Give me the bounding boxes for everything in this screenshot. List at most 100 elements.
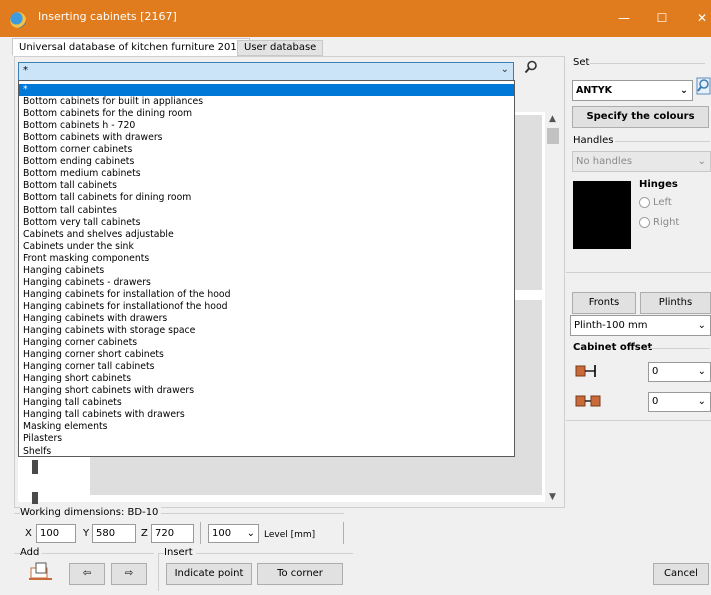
maximize-button[interactable]: ☐ (650, 7, 674, 29)
dropdown-option[interactable]: Hanging tall cabinets (19, 397, 514, 409)
offset-1-select[interactable]: 0 ⌄ (648, 362, 711, 382)
x-field[interactable]: 100 (36, 524, 76, 543)
dropdown-option[interactable]: Hanging tall cabinets with drawers (19, 409, 514, 421)
dropdown-option[interactable]: Front masking components (19, 253, 514, 265)
x-label: X (25, 528, 32, 539)
dropdown-option[interactable]: Cabinets under the sink (19, 241, 514, 253)
dropdown-option[interactable]: Bottom medium cabinets (19, 168, 514, 180)
divider (648, 348, 710, 349)
minimize-button[interactable]: — (612, 7, 636, 29)
dropdown-option[interactable]: Pilasters (19, 433, 514, 445)
chevron-down-icon[interactable]: ⌄ (698, 152, 706, 171)
scroll-down-icon[interactable]: ▼ (549, 492, 556, 502)
dropdown-option[interactable]: Hanging short cabinets (19, 373, 514, 385)
cabinet-thumb-shape (32, 492, 38, 504)
dropdown-option[interactable]: Hanging cabinets for installation of the… (19, 289, 514, 301)
hinges-label: Hinges (639, 179, 678, 190)
specify-colours-button[interactable]: Specify the colours (572, 106, 709, 128)
handles-select[interactable]: No handles ⌄ (572, 151, 711, 172)
chevron-down-icon[interactable]: ⌄ (698, 393, 706, 410)
dropdown-option[interactable]: Hanging short cabinets with drawers (19, 385, 514, 397)
dropdown-option[interactable]: Hanging cabinets for installationof the … (19, 301, 514, 313)
chevron-down-icon[interactable]: ⌄ (501, 64, 509, 75)
dropdown-option[interactable]: Bottom cabinets h - 720 (19, 120, 514, 132)
divider (158, 553, 159, 591)
plinths-button[interactable]: Plinths (640, 292, 711, 314)
hinge-left-radio[interactable] (639, 197, 650, 208)
divider (566, 420, 711, 421)
offset-left-icon (575, 364, 601, 378)
chevron-down-icon[interactable]: ⌄ (698, 363, 706, 380)
cabinet-thumbnail[interactable] (32, 460, 38, 504)
handles-label: Handles (573, 135, 617, 146)
search-icon[interactable] (524, 60, 538, 78)
chevron-down-icon[interactable]: ⌄ (247, 525, 255, 542)
next-button[interactable]: ⇨ (111, 563, 147, 585)
previous-button[interactable]: ⇦ (69, 563, 105, 585)
handles-select-value: No handles (576, 156, 633, 167)
cancel-button[interactable]: Cancel (653, 563, 709, 585)
category-combo-value: * (23, 65, 28, 76)
offset-right-icon (575, 394, 601, 408)
cabinet-thumb-shape (32, 460, 38, 474)
offset-2-select[interactable]: 0 ⌄ (648, 392, 711, 412)
tab-universal-database[interactable]: Universal database of kitchen furniture … (12, 38, 251, 56)
chevron-down-icon[interactable]: ⌄ (680, 81, 688, 100)
offset-2-value: 0 (652, 396, 659, 407)
window-title: Inserting cabinets [2167] (38, 10, 177, 23)
z-field[interactable]: 720 (151, 524, 194, 543)
dropdown-option[interactable]: Bottom cabinets with drawers (19, 132, 514, 144)
category-combo[interactable]: * ⌄ (18, 62, 514, 81)
dropdown-option[interactable]: Hanging cabinets with storage space (19, 325, 514, 337)
scroll-up-icon[interactable]: ▲ (549, 114, 556, 124)
hinge-right-label: Right (653, 217, 680, 228)
plinth-select-value: Plinth-100 mm (574, 320, 648, 331)
hinge-right-radio[interactable] (639, 217, 650, 228)
insert-label: Insert (164, 547, 196, 558)
divider (590, 63, 705, 64)
fronts-button[interactable]: Fronts (572, 292, 636, 314)
indicate-point-button[interactable]: Indicate point (166, 563, 252, 585)
dropdown-option[interactable]: Hanging corner tall cabinets (19, 361, 514, 373)
app-globe-icon (10, 12, 26, 28)
dropdown-option[interactable]: Bottom tall cabinets (19, 180, 514, 192)
plinth-select[interactable]: Plinth-100 mm ⌄ (570, 315, 711, 336)
add-label: Add (20, 547, 43, 558)
scrollbar-thumb[interactable] (547, 128, 559, 144)
close-button[interactable]: ✕ (690, 7, 711, 29)
dropdown-option[interactable]: Bottom cabinets for the dining room (19, 108, 514, 120)
dropdown-option[interactable]: Bottom corner cabinets (19, 144, 514, 156)
divider (200, 522, 201, 544)
preview-scrollbar[interactable] (545, 112, 561, 502)
set-select-value: ANTYK (576, 85, 613, 96)
dropdown-option[interactable]: Cabinets and shelves adjustable (19, 229, 514, 241)
add-cabinet-icon (29, 562, 52, 580)
dropdown-option[interactable]: Shelfs (19, 446, 514, 458)
dropdown-option[interactable]: Hanging cabinets (19, 265, 514, 277)
dropdown-option[interactable]: Masking elements (19, 421, 514, 433)
chevron-down-icon[interactable]: ⌄ (698, 316, 706, 335)
divider (343, 522, 344, 544)
dropdown-option[interactable]: Bottom tall cabintes (19, 205, 514, 217)
tab-user-database[interactable]: User database (237, 40, 324, 56)
category-dropdown-list[interactable]: * Bottom cabinets for built in appliances… (18, 80, 515, 457)
divider (615, 141, 710, 142)
dropdown-option[interactable]: Bottom cabinets for built in appliances (19, 96, 514, 108)
dropdown-option[interactable]: Hanging cabinets - drawers (19, 277, 514, 289)
level-select[interactable]: 100 ⌄ (208, 524, 259, 543)
to-corner-button[interactable]: To corner (257, 563, 343, 585)
dropdown-option[interactable]: Bottom very tall cabinets (19, 217, 514, 229)
search-icon[interactable] (696, 77, 711, 98)
divider (566, 272, 711, 273)
dropdown-option[interactable]: * (19, 84, 514, 96)
y-field[interactable]: 580 (92, 524, 136, 543)
working-dimensions-label: Working dimensions: BD-10 (20, 507, 162, 518)
add-cabinet-button[interactable] (22, 562, 60, 584)
dropdown-option[interactable]: Hanging corner short cabinets (19, 349, 514, 361)
dropdown-option[interactable]: Hanging cabinets with drawers (19, 313, 514, 325)
dropdown-option[interactable]: Hanging corner cabinets (19, 337, 514, 349)
level-value: 100 (212, 528, 232, 539)
set-select[interactable]: ANTYK ⌄ (572, 80, 693, 101)
dropdown-option[interactable]: Bottom tall cabinets for dining room (19, 192, 514, 204)
dropdown-option[interactable]: Bottom ending cabinets (19, 156, 514, 168)
